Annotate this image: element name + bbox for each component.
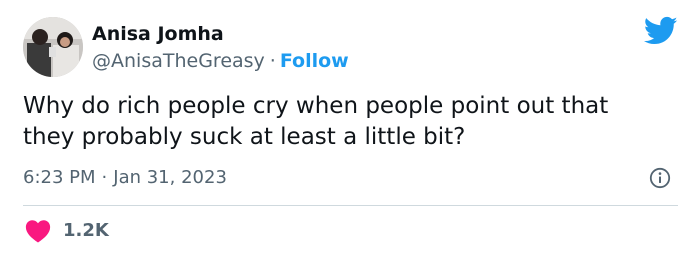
- info-icon[interactable]: [649, 167, 671, 189]
- like-button[interactable]: 1.2K: [25, 218, 109, 244]
- tweet-timestamp[interactable]: 6:23 PM · Jan 31, 2023: [23, 166, 227, 190]
- author-name[interactable]: Anisa Jomha: [92, 22, 224, 46]
- tweet-time: 6:23 PM: [23, 167, 96, 188]
- separator-dot: ·: [269, 50, 276, 72]
- tweet-card: Anisa Jomha @AnisaTheGreasy · Follow Why d…: [0, 0, 700, 257]
- like-count: 1.2K: [63, 220, 109, 241]
- avatar-photo: [23, 17, 83, 77]
- tweet-text: Why do rich people cry when people point…: [23, 93, 609, 150]
- heart-icon: [25, 220, 51, 243]
- avatar[interactable]: [23, 17, 83, 77]
- divider: [23, 205, 678, 206]
- tweet-date: Jan 31, 2023: [113, 167, 227, 188]
- twitter-bird-icon[interactable]: [643, 16, 678, 46]
- follow-button[interactable]: Follow: [280, 50, 349, 72]
- author-handle[interactable]: @AnisaTheGreasy: [92, 50, 265, 72]
- author-handle-line: @AnisaTheGreasy · Follow: [92, 49, 349, 73]
- timestamp-separator: ·: [101, 167, 108, 188]
